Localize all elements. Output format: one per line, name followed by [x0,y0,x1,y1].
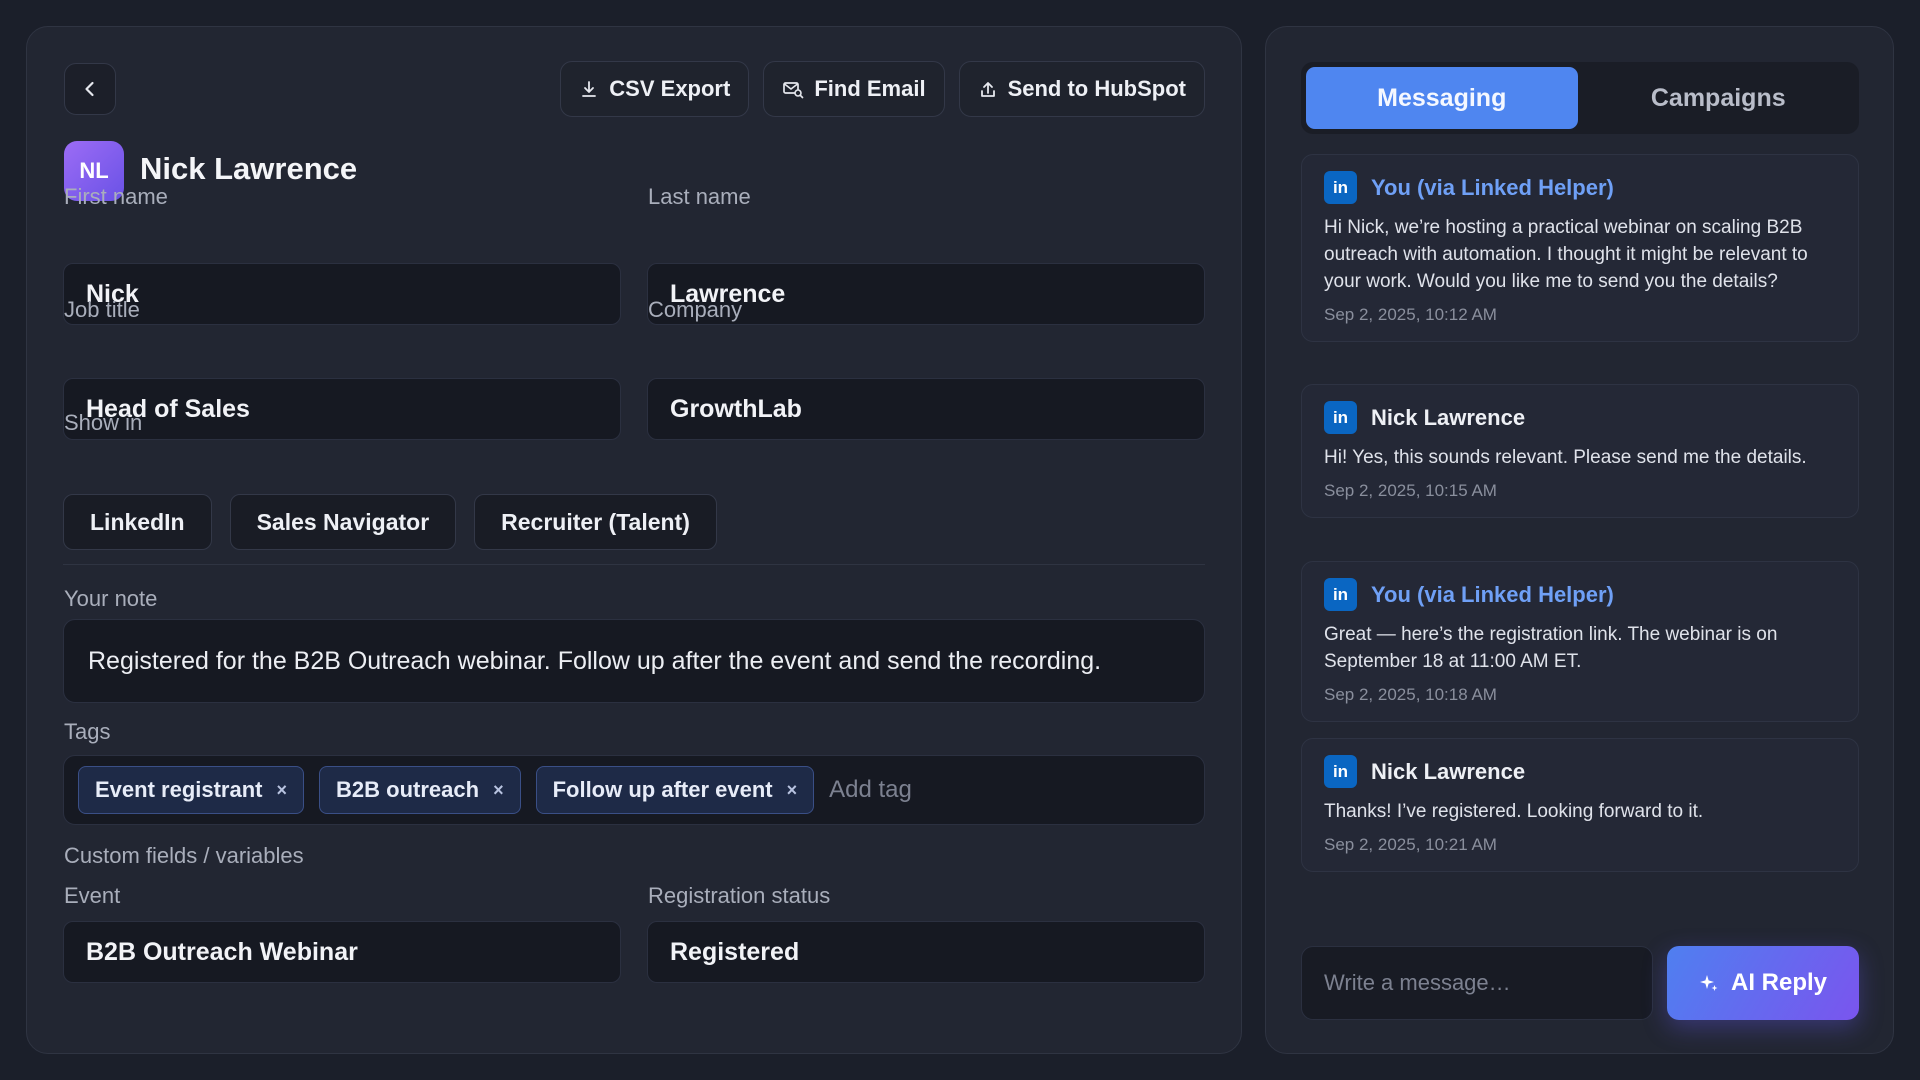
linkedin-icon: in [1324,171,1357,204]
message-text: Thanks! I’ve registered. Looking forward… [1324,801,1704,822]
tag-label: B2B outreach [336,777,480,802]
tab-campaigns[interactable]: Campaigns [1583,67,1855,129]
tag-remove-icon[interactable]: × [787,780,798,801]
message-text: Great — here’s the registration link. Th… [1324,624,1778,672]
message-sender: You (via Linked Helper) [1371,581,1614,607]
back-button[interactable] [64,63,116,115]
first-name-field[interactable]: Nick [63,263,621,325]
message-sender: Nick Lawrence [1371,404,1526,430]
sparkle-icon [1699,975,1718,991]
csv-export-label: CSV Export [609,76,731,101]
contact-panel: CSV Export Find Email Send to HubSpot NL… [26,26,1242,1054]
ai-reply-button[interactable]: AI Reply [1667,946,1859,1020]
send-to-hubspot-button[interactable]: Send to HubSpot [958,61,1205,117]
first-name-label: First name [64,184,168,209]
tab-messaging[interactable]: Messaging [1306,67,1578,129]
show-in-recruiter[interactable]: Recruiter (Talent) [474,494,717,550]
tags-label: Tags [64,719,111,744]
tags-input-box: Event registrant × B2B outreach × Follow… [63,755,1205,825]
note-field[interactable]: Registered for the B2B Outreach webinar.… [63,619,1205,703]
show-in-options: LinkedIn Sales Navigator Recruiter (Tale… [63,494,717,550]
linkedin-icon: in [1324,578,1357,611]
last-name-label: Last name [648,184,751,209]
show-in-linkedin[interactable]: LinkedIn [63,494,212,550]
download-icon [582,81,597,97]
messaging-panel: Messaging Campaigns in You (via Linked H… [1265,26,1894,1054]
message-text: Hi! Yes, this sounds relevant. Please se… [1324,447,1807,468]
add-tag-input[interactable] [829,776,1190,804]
ai-reply-label: AI Reply [1730,969,1828,996]
tag-label: Event registrant [95,777,263,802]
linkedin-icon: in [1324,401,1357,434]
company-field[interactable]: GrowthLab [647,378,1205,440]
company-label: Company [648,297,743,322]
find-email-label: Find Email [814,76,926,101]
message-timestamp: Sep 2, 2025, 10:12 AM [1324,305,1497,324]
registration-status-field[interactable]: Registered [647,921,1205,983]
csv-export-button[interactable]: CSV Export [560,61,750,117]
find-email-button[interactable]: Find Email [763,61,945,117]
tag-label: Follow up after event [552,777,773,802]
send-to-hubspot-label: Send to HubSpot [1007,76,1186,101]
tag-chip: B2B outreach × [319,766,521,814]
message-timestamp: Sep 2, 2025, 10:21 AM [1324,835,1497,854]
tag-chip: Event registrant × [78,766,305,814]
message-sender: You (via Linked Helper) [1371,174,1614,200]
contact-name: Nick Lawrence [140,151,358,186]
chevron-left-icon [85,81,94,97]
message-input[interactable] [1301,946,1653,1020]
show-in-sales-navigator[interactable]: Sales Navigator [229,494,457,550]
search-mail-icon [783,82,804,99]
divider [63,564,1205,565]
message-timestamp: Sep 2, 2025, 10:18 AM [1324,685,1497,704]
event-field[interactable]: B2B Outreach Webinar [63,921,621,983]
event-label: Event [64,883,121,908]
job-title-label: Job title [64,297,140,322]
job-title-field[interactable]: Head of Sales [63,378,621,440]
show-in-label: Show in [64,410,143,435]
note-label: Your note [64,586,158,611]
message-card: in You (via Linked Helper) Hi Nick, we’r… [1301,154,1859,342]
tag-remove-icon[interactable]: × [493,780,504,801]
message-sender: Nick Lawrence [1371,758,1526,784]
panel-tabs: Messaging Campaigns [1301,62,1859,134]
upload-icon [980,82,995,97]
message-card: in You (via Linked Helper) Great — here’… [1301,561,1859,722]
linkedin-icon: in [1324,755,1357,788]
custom-fields-label: Custom fields / variables [64,843,304,868]
toolbar: CSV Export Find Email Send to HubSpot [560,61,1205,117]
tag-chip: Follow up after event × [535,766,815,814]
registration-status-label: Registration status [648,883,831,908]
tag-remove-icon[interactable]: × [277,780,288,801]
message-timestamp: Sep 2, 2025, 10:15 AM [1324,481,1497,500]
message-text: Hi Nick, we’re hosting a practical webin… [1324,217,1808,292]
message-card: in Nick Lawrence Hi! Yes, this sounds re… [1301,384,1859,518]
message-card: in Nick Lawrence Thanks! I’ve registered… [1301,738,1859,872]
